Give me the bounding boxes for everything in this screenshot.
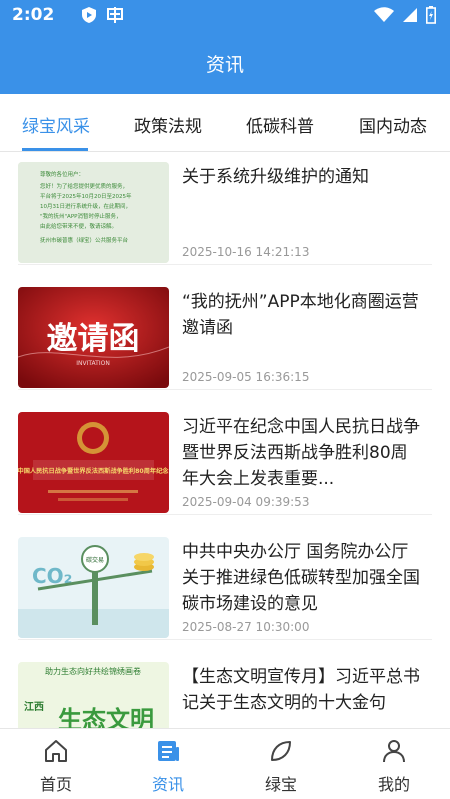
bottom-tab-bar: 首页 资讯 绿宝 我的 [0,728,450,799]
play-shield-icon [82,7,96,23]
category-tabs: 绿宝风采 政策法规 低碳科普 国内动态 [0,94,450,152]
ecology-side-text: 江西 [24,700,44,713]
tabbar-label: 资讯 [151,775,184,794]
ecology-heading: 生态文明 [58,706,154,728]
divider [18,389,432,390]
tabbar-label: 我的 [377,775,410,794]
anniversary-image: 中国人民抗日战争暨世界反法西斯战争胜利80周年纪念 [18,412,169,513]
notice-line: "我的抚州"APP消暂时停止服务， [40,212,121,220]
ecology-top-text: 助力生态向好共绘锦绣画卷 [45,666,141,676]
news-item[interactable]: 助力生态向好共绘锦绣画卷 江西 生态文明 【生态文明宣传月】习近平总书记关于生态… [0,652,450,728]
tabbar-home[interactable]: 首页 [0,729,112,799]
ecology-image: 助力生态向好共绘锦绣画卷 江西 生态文明 [18,662,169,728]
news-item[interactable]: CO₂ 碳交易 中共中央办公厅 国务院办公厅关于推进绿色低碳转型加强全国碳市场建… [0,527,450,640]
notice-line: 由此给您带来不便，敬请谅解。 [40,222,117,230]
status-time: 2:02 [12,5,55,25]
news-item[interactable]: 邀请函 INVITATION “我的抚州”APP本地化商圈运营邀请函 2025-… [0,277,450,390]
news-thumbnail: CO₂ 碳交易 [18,537,169,638]
battery-icon [426,6,436,24]
app-header: 资讯 [0,30,450,94]
news-item[interactable]: 中国人民抗日战争暨世界反法西斯战争胜利80周年纪念 习近平在纪念中国人民抗日战争… [0,402,450,515]
tabbar-label: 首页 [39,775,72,794]
tabbar-green-treasure[interactable]: 绿宝 [225,729,337,799]
news-date: 2025-09-05 16:36:15 [182,370,310,384]
news-thumbnail: 邀请函 INVITATION [18,287,169,388]
news-title[interactable]: 中共中央办公厅 国务院办公厅关于推进绿色低碳转型加强全国碳市场建设的意见 [182,539,422,617]
notice-line: 10月31日进行系统升级，在此期间， [40,202,131,210]
signal-icon [403,8,417,22]
invitation-image: 邀请函 INVITATION [18,287,169,388]
news-thumbnail: 中国人民抗日战争暨世界反法西斯战争胜利80周年纪念 [18,412,169,513]
carbon-trading-image: CO₂ 碳交易 [18,537,169,638]
news-thumbnail: 助力生态向好共绘锦绣画卷 江西 生态文明 [18,662,169,728]
home-icon [45,740,67,762]
invitation-subtext: INVITATION [76,360,110,367]
notice-line: 抚州市碳普惠（绿宝）公共服务平台 [40,236,129,244]
notice-line: 您好！为了给您提供更优质的服务， [40,182,128,190]
news-thumbnail: 尊敬的各位用户： 您好！为了给您提供更优质的服务， 平台将于2025年10月20… [18,162,169,263]
news-date: 2025-09-04 09:39:53 [182,495,310,509]
user-icon [383,740,405,763]
news-item[interactable]: 尊敬的各位用户： 您好！为了给您提供更优质的服务， 平台将于2025年10月20… [0,152,450,265]
news-title[interactable]: 关于系统升级维护的通知 [182,164,422,190]
app-notification-icon [107,7,123,23]
news-icon [158,741,179,761]
carbon-trade-badge: 碳交易 [86,556,104,564]
leaf-icon [271,741,291,761]
news-title[interactable]: “我的抚州”APP本地化商圈运营邀请函 [182,289,422,341]
notice-line: 尊敬的各位用户： [40,170,84,178]
news-date: 2025-10-16 14:21:13 [182,245,310,259]
news-list[interactable]: 尊敬的各位用户： 您好！为了给您提供更优质的服务， 平台将于2025年10月20… [0,152,450,728]
tab-domestic-news[interactable]: 国内动态 [359,112,427,137]
active-tab-indicator [22,148,88,151]
tab-low-carbon[interactable]: 低碳科普 [246,112,314,137]
tabbar-label: 绿宝 [264,775,297,794]
tab-policies[interactable]: 政策法规 [134,112,202,137]
notice-line: 平台将于2025年10月20日至2025年 [40,192,132,200]
divider [18,639,432,640]
tab-green-treasure[interactable]: 绿宝风采 [22,112,90,137]
tabbar-mine[interactable]: 我的 [338,729,450,799]
divider [18,264,432,265]
wifi-icon [374,7,394,22]
news-date: 2025-08-27 10:30:00 [182,620,310,634]
news-title[interactable]: 【生态文明宣传月】习近平总书记关于生态文明的十大金句 [182,664,422,716]
notice-image: 尊敬的各位用户： 您好！为了给您提供更优质的服务， 平台将于2025年10月20… [18,162,169,263]
anniversary-banner: 中国人民抗日战争暨世界反法西斯战争胜利80周年纪念 [18,467,169,475]
news-title[interactable]: 习近平在纪念中国人民抗日战争暨世界反法西斯战争胜利80周年大会上发表重要... [182,414,422,492]
divider [18,514,432,515]
page-title: 资讯 [205,54,244,76]
tabbar-news[interactable]: 资讯 [112,729,224,799]
status-bar: 2:02 [0,0,450,30]
invitation-heading: 邀请函 [47,321,140,357]
